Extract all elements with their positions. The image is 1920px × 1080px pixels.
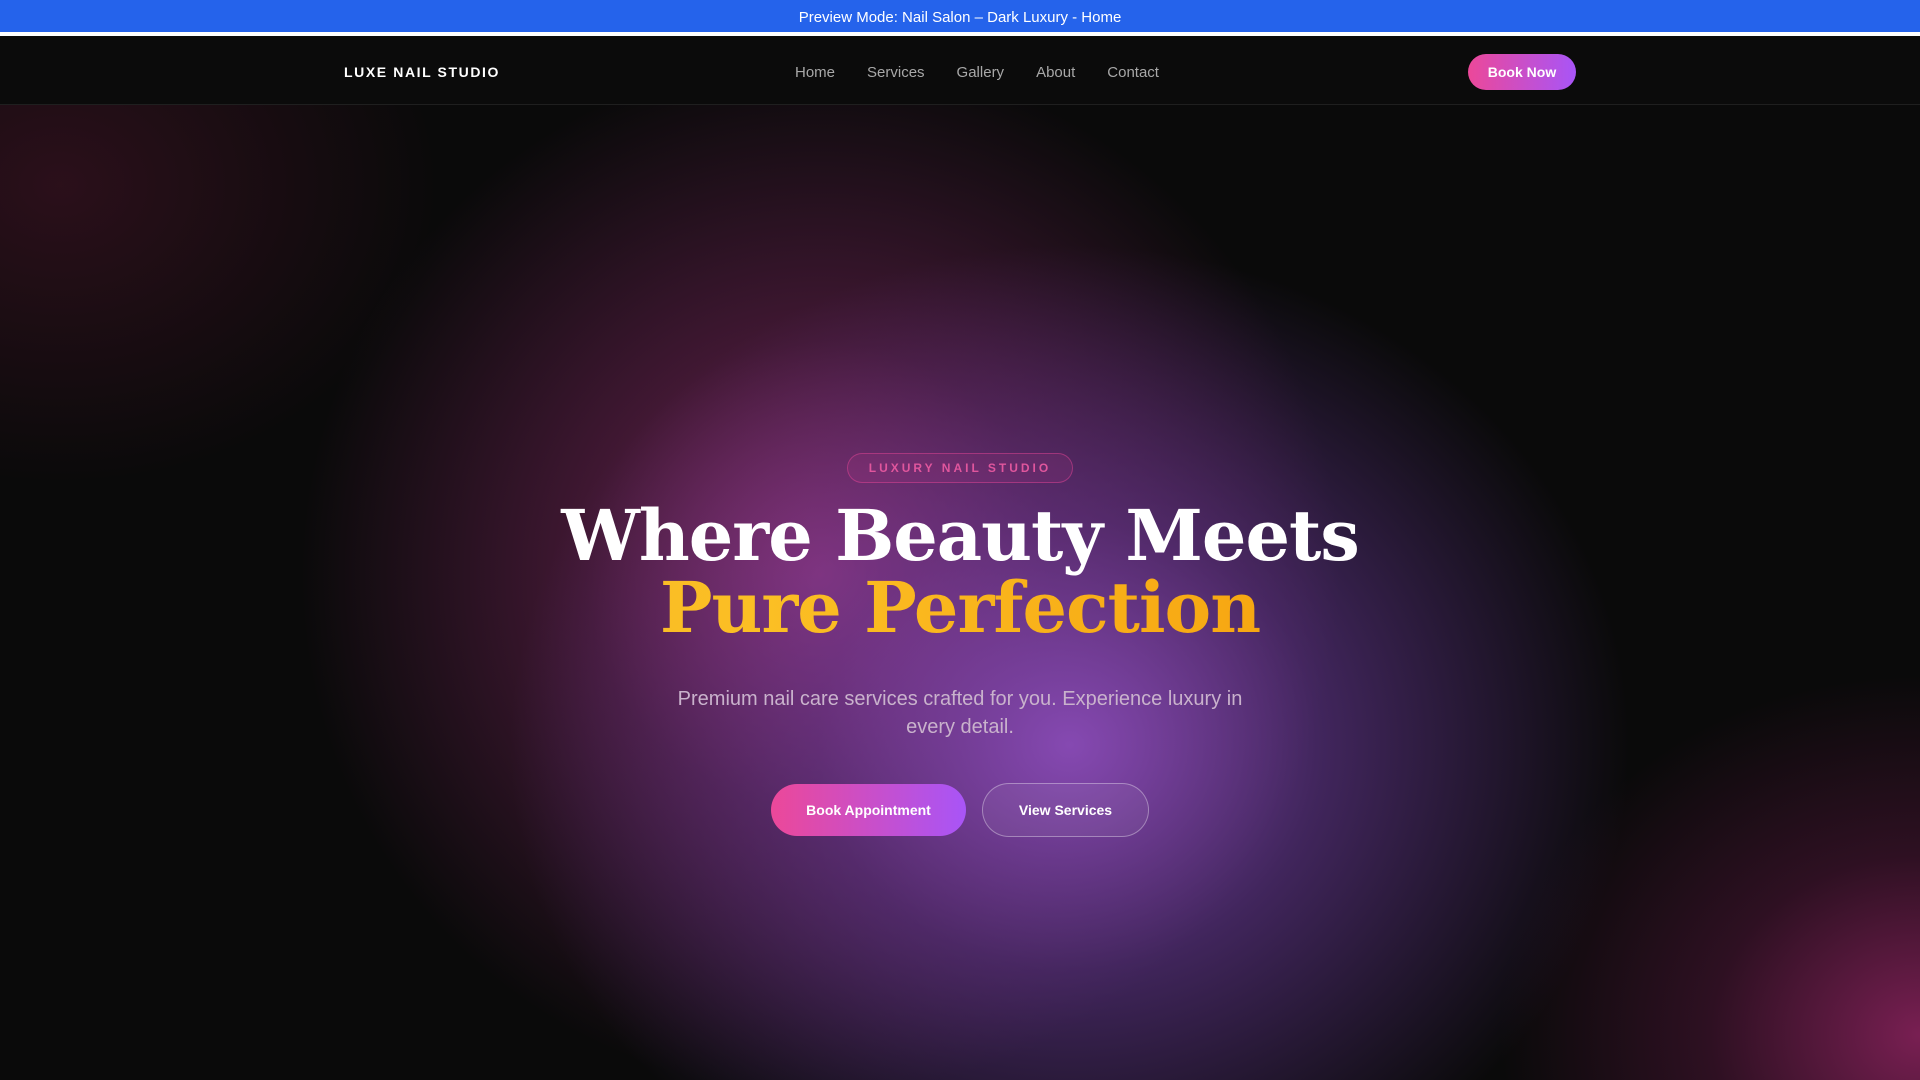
hero-subtitle: Premium nail care services crafted for y… (677, 688, 1243, 738)
view-services-button[interactable]: View Services (982, 783, 1149, 837)
preview-mode-text: Preview Mode: Nail Salon – Dark Luxury -… (798, 8, 1122, 26)
nav-link-services[interactable]: Services (867, 64, 925, 81)
hero-headline: Where Beauty Meets Pure Perfection (0, 500, 1920, 644)
site-header: LUXE NAIL STUDIO Home Services Gallery A… (0, 40, 1920, 105)
nav-link-contact[interactable]: Contact (1107, 64, 1159, 81)
hero-section: LUXURY NAIL STUDIO Where Beauty Meets Pu… (0, 105, 1920, 1080)
headline-line-1: Where Beauty Meets (561, 494, 1359, 577)
main-nav: Home Services Gallery About Contact (795, 40, 1159, 104)
nav-link-home[interactable]: Home (795, 64, 835, 81)
nav-link-gallery[interactable]: Gallery (957, 64, 1005, 81)
preview-mode-bar: Preview Mode: Nail Salon – Dark Luxury -… (0, 0, 1920, 36)
book-now-button[interactable]: Book Now (1468, 54, 1576, 90)
headline-line-2: Pure Perfection (0, 572, 1920, 644)
book-appointment-button[interactable]: Book Appointment (771, 784, 966, 836)
brand-logo[interactable]: LUXE NAIL STUDIO (344, 40, 500, 104)
nav-link-about[interactable]: About (1036, 64, 1075, 81)
hero-badge: LUXURY NAIL STUDIO (847, 453, 1073, 483)
